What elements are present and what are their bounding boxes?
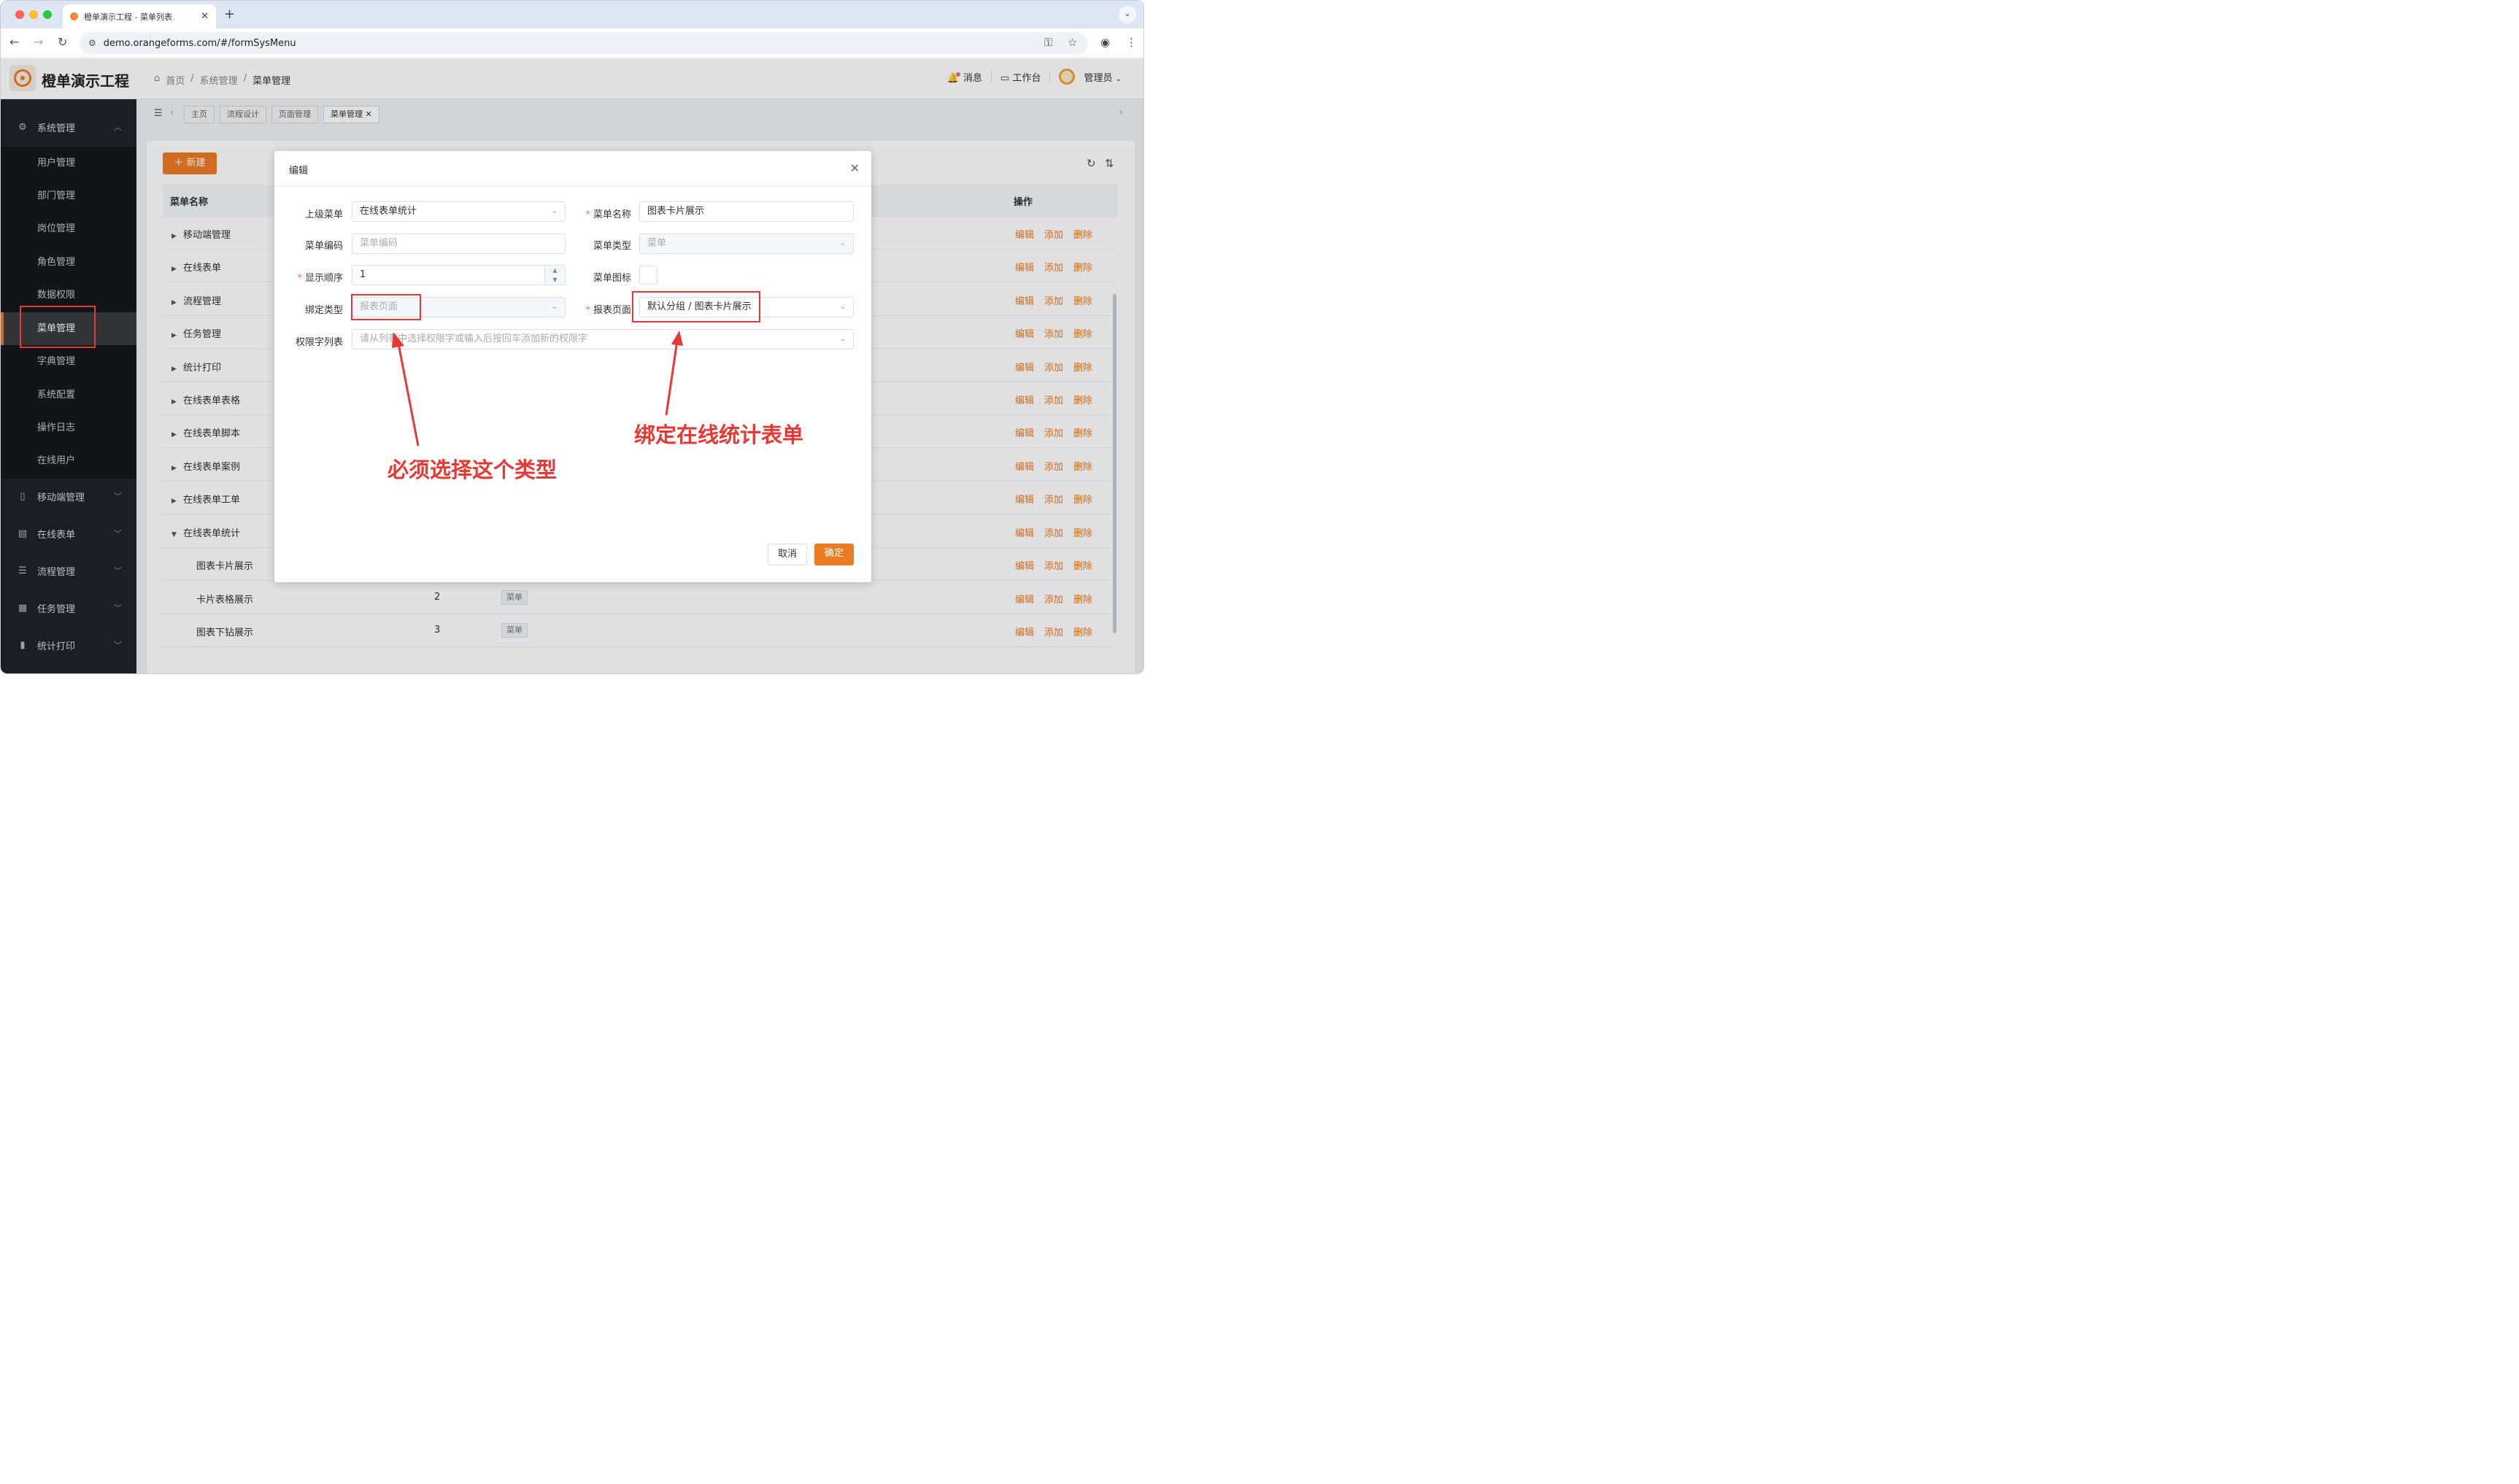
back-icon[interactable]: ← bbox=[9, 35, 19, 49]
dialog-title: 编辑 bbox=[289, 166, 309, 177]
profile-icon[interactable]: ◉ bbox=[1100, 36, 1110, 49]
menu-type-value: 菜单 bbox=[647, 238, 667, 249]
bookmark-star-icon[interactable]: ☆ bbox=[1068, 36, 1077, 49]
bind-type-label: 绑定类型 bbox=[304, 305, 343, 316]
chevron-down-icon: ⌄ bbox=[551, 303, 558, 311]
password-key-icon[interactable]: ⚿ bbox=[1044, 36, 1052, 49]
site-info-icon[interactable]: ⚙ bbox=[88, 38, 96, 48]
permission-list-select[interactable]: 请从列表中选择权限字或输入后按回车添加新的权限字 ⌄ bbox=[352, 329, 854, 349]
permission-list-label: 权限字列表 bbox=[295, 337, 343, 348]
report-page-label: * 报表页面 bbox=[585, 305, 631, 316]
tab-strip: 橙单演示工程 - 菜单列表 ✕ + ⌄ bbox=[1, 1, 1143, 28]
parent-menu-value: 在线表单统计 bbox=[360, 206, 417, 217]
browser-menu-icon[interactable]: ⋮ bbox=[1126, 36, 1137, 49]
menu-code-label: 菜单编码 bbox=[304, 241, 343, 252]
annotation-left: 必须选择这个类型 bbox=[387, 457, 558, 482]
menu-type-select[interactable]: 菜单 ⌄ bbox=[639, 233, 854, 254]
favicon-icon bbox=[70, 12, 78, 20]
edit-dialog: 编辑 ✕ 上级菜单 在线表单统计 ⌄ * 菜单名称 图表卡片展示 菜单编码 菜单编码… bbox=[274, 151, 871, 582]
label-text: 报表页面 bbox=[593, 305, 631, 316]
reload-icon[interactable]: ↻ bbox=[58, 35, 67, 49]
annotation-right: 绑定在线统计表单 bbox=[634, 422, 804, 447]
menu-name-label: * 菜单名称 bbox=[585, 209, 631, 220]
menu-name-input[interactable]: 图表卡片展示 bbox=[639, 201, 854, 222]
divider bbox=[274, 185, 871, 186]
confirm-button[interactable]: 确定 bbox=[814, 544, 854, 565]
tab-title: 橙单演示工程 - 菜单列表 bbox=[84, 12, 172, 22]
forward-icon[interactable]: → bbox=[34, 35, 43, 49]
label-text: 菜单名称 bbox=[593, 209, 631, 220]
highlight-bind-type-box bbox=[351, 294, 421, 320]
cancel-button[interactable]: 取消 bbox=[768, 544, 807, 565]
label-text: 显示顺序 bbox=[304, 273, 343, 284]
close-icon[interactable]: ✕ bbox=[850, 161, 860, 175]
display-order-label: * 显示顺序 bbox=[297, 273, 343, 284]
display-order-input[interactable]: 1 ▲ ▼ bbox=[352, 265, 566, 285]
parent-menu-label: 上级菜单 bbox=[304, 209, 343, 220]
display-order-value: 1 bbox=[360, 269, 366, 280]
tab-list-chevron-icon[interactable]: ⌄ bbox=[1119, 6, 1136, 23]
maximize-window-button[interactable] bbox=[43, 10, 52, 19]
highlight-menu-item-box bbox=[20, 306, 96, 348]
close-tab-icon[interactable]: ✕ bbox=[201, 11, 209, 22]
menu-type-label: 菜单类型 bbox=[593, 241, 631, 252]
menu-code-input[interactable]: 菜单编码 bbox=[352, 233, 566, 254]
browser-tab[interactable]: 橙单演示工程 - 菜单列表 ✕ bbox=[63, 4, 216, 28]
permission-list-placeholder: 请从列表中选择权限字或输入后按回车添加新的权限字 bbox=[360, 333, 588, 344]
chevron-down-icon: ⌄ bbox=[839, 335, 846, 343]
chevron-down-icon: ⌄ bbox=[551, 207, 558, 215]
parent-menu-select[interactable]: 在线表单统计 ⌄ bbox=[352, 201, 566, 222]
address-row: ← → ↻ ⚙ demo.orangeforms.com/#/formSysMe… bbox=[1, 28, 1143, 58]
chevron-down-icon: ⌄ bbox=[839, 303, 846, 311]
url-bar[interactable]: ⚙ demo.orangeforms.com/#/formSysMenu bbox=[80, 32, 1088, 54]
url-text: demo.orangeforms.com/#/formSysMenu bbox=[103, 37, 296, 49]
menu-icon-picker[interactable] bbox=[639, 266, 657, 285]
browser-window: 橙单演示工程 - 菜单列表 ✕ + ⌄ ← → ↻ ⚙ demo.orangef… bbox=[0, 0, 1144, 674]
close-window-button[interactable] bbox=[15, 10, 24, 19]
menu-icon-label: 菜单图标 bbox=[593, 273, 631, 284]
chevron-down-icon: ⌄ bbox=[839, 239, 846, 247]
number-stepper[interactable]: ▲ ▼ bbox=[544, 266, 565, 285]
highlight-report-page-box bbox=[632, 291, 760, 322]
minimize-window-button[interactable] bbox=[29, 10, 38, 19]
new-tab-button[interactable]: + bbox=[224, 7, 235, 22]
